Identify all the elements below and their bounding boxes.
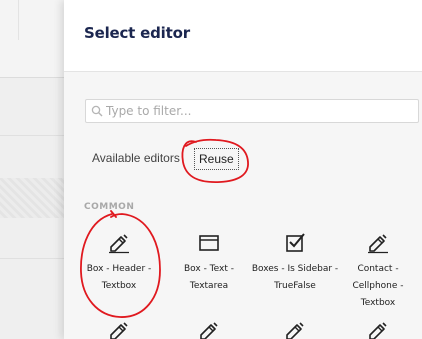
background-divider xyxy=(18,0,19,40)
background-divider xyxy=(0,135,64,136)
checkbox-icon xyxy=(286,233,305,252)
editor-tile-label: Box - Header - Textbox xyxy=(86,264,152,291)
tab-reuse[interactable]: Reuse xyxy=(194,148,239,170)
editor-tile[interactable] xyxy=(336,320,420,339)
background-divider xyxy=(0,258,64,259)
editor-tile[interactable] xyxy=(77,320,161,339)
tab-available-editors[interactable]: Available editors xyxy=(92,151,180,165)
panel-title: Select editor xyxy=(84,24,190,42)
editor-tile-contact-cellphone-textbox[interactable]: Contact - Cellphone - Textbox xyxy=(336,232,420,312)
editor-tile-box-header-textbox[interactable]: Box - Header - Textbox xyxy=(77,232,161,295)
pencil-icon xyxy=(369,322,387,339)
editor-tile-box-text-textarea[interactable]: Box - Text - Textarea xyxy=(167,232,251,295)
select-editor-panel: Select editor Available editors Reuse CO… xyxy=(64,0,422,339)
section-label-common: COMMON xyxy=(84,202,135,212)
editor-grid: Box - Header - Textbox Box - Text - Text… xyxy=(64,224,422,339)
panel-header: Select editor xyxy=(64,0,422,72)
editor-tile-label: Contact - Cellphone - Textbox xyxy=(352,264,404,308)
editor-tile[interactable] xyxy=(253,320,337,339)
pencil-icon xyxy=(110,322,128,339)
pencil-icon xyxy=(286,322,304,339)
filter-box[interactable] xyxy=(85,99,419,123)
editor-tile-boxes-is-sidebar-truefalse[interactable]: Boxes - Is Sidebar - TrueFalse xyxy=(250,232,340,295)
editor-tile-label: Boxes - Is Sidebar - TrueFalse xyxy=(251,264,339,291)
editor-tile[interactable] xyxy=(167,320,251,339)
search-icon xyxy=(91,105,103,117)
window-icon xyxy=(199,235,219,251)
background-header xyxy=(0,0,64,78)
editor-tile-label: Box - Text - Textarea xyxy=(183,264,234,291)
filter-input[interactable] xyxy=(106,103,406,119)
pencil-icon xyxy=(109,234,129,254)
pencil-icon xyxy=(368,234,388,254)
pencil-icon xyxy=(200,322,218,339)
background-hatched-area xyxy=(0,178,64,218)
